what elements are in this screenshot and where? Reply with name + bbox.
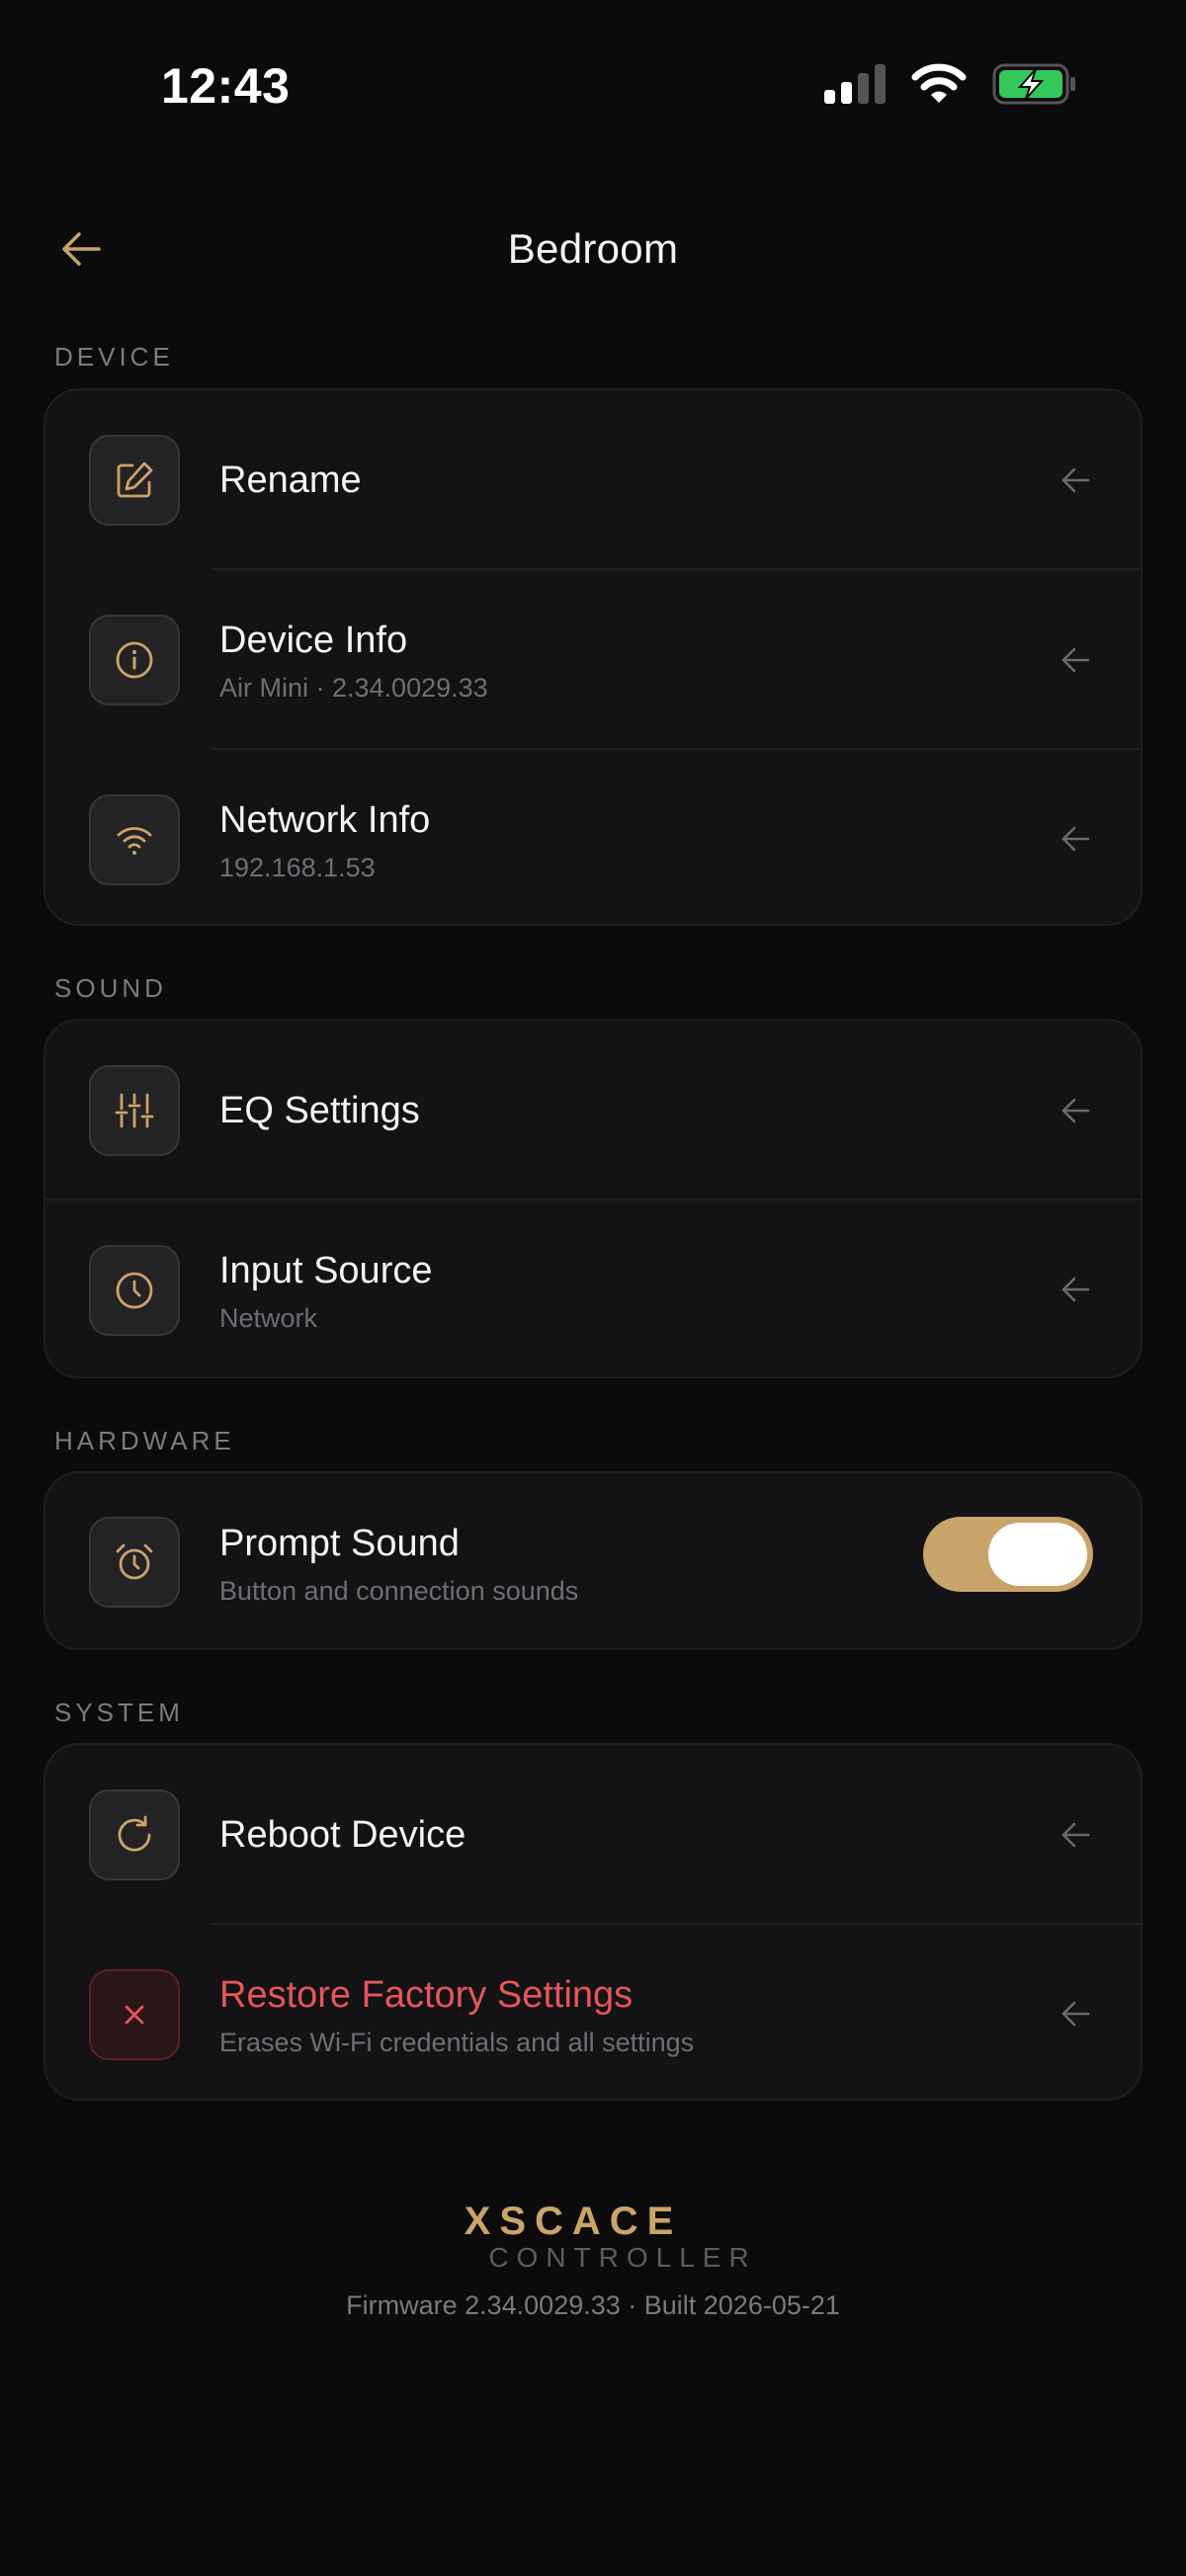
- arrow-left-icon: [1061, 1277, 1090, 1302]
- refresh-icon: [89, 1789, 180, 1880]
- rename-row[interactable]: Rename: [45, 390, 1141, 570]
- system-card: Reboot Device Restore Factory Settings E…: [43, 1743, 1143, 2101]
- arrow-left-icon: [1061, 647, 1090, 673]
- prompt-sound-row: Prompt Sound Button and connection sound…: [45, 1473, 1141, 1648]
- device-info-subtitle: Air Mini · 2.34.0029.33: [219, 672, 488, 703]
- sliders-icon: [89, 1065, 180, 1156]
- arrow-left-icon: [1061, 1098, 1090, 1123]
- prompt-sound-label: Prompt Sound: [219, 1523, 460, 1564]
- eq-settings-row[interactable]: EQ Settings: [45, 1021, 1141, 1201]
- page-title: Bedroom: [507, 225, 679, 272]
- settings-screen: 12:43 Bedroom DEVICE Rename Device Info …: [0, 0, 1186, 2576]
- input-source-subtitle: Network: [219, 1302, 318, 1333]
- hardware-card: Prompt Sound Button and connection sound…: [43, 1471, 1143, 1650]
- prompt-sound-toggle[interactable]: [923, 1517, 1093, 1592]
- sound-card: EQ Settings Input Source Network: [43, 1019, 1143, 1378]
- status-icons: [824, 63, 1077, 105]
- clock-icon: [89, 1245, 180, 1336]
- wifi-status-icon: [911, 63, 967, 103]
- edit-icon: [89, 435, 180, 526]
- brand-logo: XSCACE CONTROLLER: [0, 2200, 1186, 2274]
- status-time: 12:43: [161, 58, 291, 114]
- network-info-label: Network Info: [219, 799, 431, 841]
- section-label-device: DEVICE: [54, 342, 174, 372]
- battery-charging-icon: [992, 63, 1075, 105]
- input-source-label: Input Source: [219, 1250, 433, 1291]
- firmware-info: Firmware 2.34.0029.33 · Built 2026-05-21: [346, 2290, 840, 2320]
- brand-subtitle: CONTROLLER: [488, 2242, 757, 2273]
- brand-name: XSCACE: [464, 2200, 683, 2243]
- alarm-clock-icon: [89, 1517, 180, 1608]
- arrow-left-icon: [1061, 2001, 1090, 2027]
- reboot-device-label: Reboot Device: [219, 1814, 466, 1856]
- arrow-left-icon: [1061, 1822, 1090, 1848]
- toggle-knob: [988, 1523, 1087, 1586]
- reboot-device-row[interactable]: Reboot Device: [45, 1745, 1141, 1925]
- section-label-sound: SOUND: [54, 973, 167, 1003]
- network-info-subtitle: 192.168.1.53: [219, 852, 376, 882]
- section-label-system: SYSTEM: [54, 1698, 184, 1727]
- info-icon: [89, 615, 180, 706]
- eq-settings-label: EQ Settings: [219, 1090, 420, 1131]
- rename-label: Rename: [219, 459, 362, 501]
- restore-factory-row[interactable]: Restore Factory Settings Erases Wi-Fi cr…: [45, 1925, 1141, 2099]
- restore-factory-label: Restore Factory Settings: [219, 1974, 634, 2016]
- arrow-left-icon: [1061, 467, 1090, 493]
- cellular-signal-icon: [824, 64, 886, 104]
- restore-factory-subtitle: Erases Wi-Fi credentials and all setting…: [219, 2027, 695, 2057]
- section-label-hardware: HARDWARE: [54, 1426, 235, 1455]
- device-info-row[interactable]: Device Info Air Mini · 2.34.0029.33: [45, 570, 1141, 750]
- device-info-label: Device Info: [219, 620, 408, 661]
- network-info-row[interactable]: Network Info 192.168.1.53: [45, 750, 1141, 924]
- prompt-sound-subtitle: Button and connection sounds: [219, 1575, 579, 1606]
- input-source-row[interactable]: Input Source Network: [45, 1201, 1141, 1376]
- device-card: Rename Device Info Air Mini · 2.34.0029.…: [43, 388, 1143, 926]
- arrow-left-icon: [1061, 826, 1090, 852]
- close-icon: [89, 1969, 180, 2060]
- wifi-icon: [89, 794, 180, 885]
